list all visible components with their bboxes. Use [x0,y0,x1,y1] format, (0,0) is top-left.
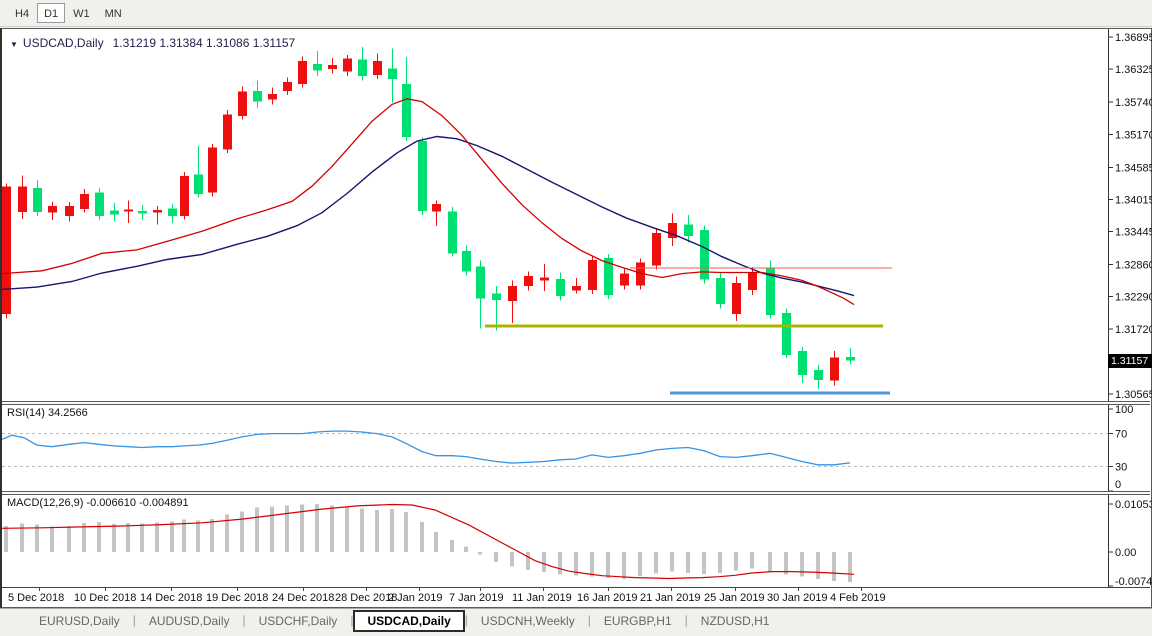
date-tick-mark [171,588,172,591]
rsi-axis: 100 70 30 0 [2,404,1133,491]
date-tick-mark [861,588,862,591]
timeframe-button-w1[interactable]: W1 [66,3,97,23]
date-tick-mark [39,588,40,591]
date-label: 4 Feb 2019 [830,592,886,604]
svg-text:1.36325: 1.36325 [1115,64,1152,76]
timeframe-button-d1[interactable]: D1 [37,3,65,23]
date-label: 5 Dec 2018 [8,592,64,604]
svg-text:0: 0 [1115,479,1121,491]
date-tick-mark [735,588,736,591]
date-tick-mark [105,588,106,591]
date-tick-mark [671,588,672,591]
svg-text:1.33445: 1.33445 [1115,227,1152,239]
date-tick-mark [237,588,238,591]
svg-text:1.32860: 1.32860 [1115,260,1152,272]
date-tick-mark [608,588,609,591]
svg-text:1.34585: 1.34585 [1115,162,1152,174]
rsi-line [2,431,850,465]
chart-tab-usdcnh-weekly[interactable]: USDCNH,Weekly [468,611,588,631]
date-label: 11 Jan 2019 [512,592,572,604]
svg-text:100: 100 [1115,404,1133,416]
chart-tab-usdcad-daily[interactable]: USDCAD,Daily [353,610,464,632]
macd-histogram [4,504,852,582]
date-label: 14 Dec 2018 [140,592,202,604]
macd-axis: 0.0105310.00-0.007426 [1108,495,1152,588]
timeframe-button-h4[interactable]: H4 [8,3,36,23]
chart-symbol-label: USDCAD,Daily [23,36,104,50]
svg-text:1.32290: 1.32290 [1115,292,1152,304]
svg-text:1.36895: 1.36895 [1115,32,1152,44]
current-price-badge: 1.31157 [1108,354,1152,368]
moving-average-fast-line [2,99,854,305]
chart-tab-usdchf-daily[interactable]: USDCHF,Daily [246,611,351,631]
svg-text:0.00: 0.00 [1115,547,1136,559]
chart-tabs-bar: EURUSD,Daily|AUDUSD,Daily|USDCHF,Daily|U… [0,608,1152,636]
rsi-indicator-label: RSI(14) 34.2566 [7,407,88,419]
date-label: 16 Jan 2019 [577,592,638,604]
time-axis[interactable]: 5 Dec 2018 10 Dec 2018 14 Dec 2018 19 Dec 2… [2,587,1150,609]
svg-text:30: 30 [1115,461,1127,473]
price-axis: 1.36895 1.36325 1.35740 1.35170 1.34585 1.340… [1108,29,1152,401]
chart-ohlc-values: 1.31219 1.31384 1.31086 1.31157 [113,36,296,50]
svg-text:1.30565: 1.30565 [1115,389,1152,401]
candles [2,47,855,389]
macd-indicator-label: MACD(12,26,9) -0.006610 -0.004891 [7,497,189,509]
date-label: 30 Jan 2019 [767,592,828,604]
date-tick-mark [480,588,481,591]
date-tick-mark [366,588,367,591]
date-label: 24 Dec 2018 [272,592,334,604]
chart-menu-triangle-icon[interactable]: ▼ [10,40,18,49]
date-tick-mark [419,588,420,591]
date-label: 10 Dec 2018 [74,592,136,604]
date-label: 25 Jan 2019 [704,592,765,604]
svg-text:1.34015: 1.34015 [1115,194,1152,206]
rsi-pane-canvas[interactable]: 100 70 30 0 [2,405,1152,491]
timeframe-toolbar: H4D1W1MN [0,0,1152,27]
chart-title: ▼ USDCAD,Daily 1.31219 1.31384 1.31086 1.3… [10,36,295,50]
chart-tab-audusd-daily[interactable]: AUDUSD,Daily [136,611,243,631]
date-label: 7 Jan 2019 [449,592,503,604]
timeframe-button-mn[interactable]: MN [98,3,129,23]
svg-text:1.35170: 1.35170 [1115,129,1152,141]
date-tick-mark [543,588,544,591]
date-label: 19 Dec 2018 [206,592,268,604]
chart-tab-eurgbp-h1[interactable]: EURGBP,H1 [591,611,685,631]
moving-average-slow-line [2,137,854,296]
chart-window: ▼ USDCAD,Daily 1.31219 1.31384 1.31086 1.3… [0,28,1152,608]
svg-text:1.31720: 1.31720 [1115,324,1152,336]
chart-tab-eurusd-daily[interactable]: EURUSD,Daily [26,611,133,631]
svg-text:70: 70 [1115,429,1127,441]
date-tick-mark [303,588,304,591]
svg-text:1.35740: 1.35740 [1115,97,1152,109]
date-tick-mark [798,588,799,591]
chart-tab-nzdusd-h1[interactable]: NZDUSD,H1 [688,611,783,631]
date-label: 21 Jan 2019 [640,592,701,604]
price-chart-canvas[interactable]: 1.36895 1.36325 1.35740 1.35170 1.34585 1.340… [2,29,1152,401]
date-label: 2 Jan 2019 [388,592,442,604]
svg-text:0.010531: 0.010531 [1115,499,1152,511]
